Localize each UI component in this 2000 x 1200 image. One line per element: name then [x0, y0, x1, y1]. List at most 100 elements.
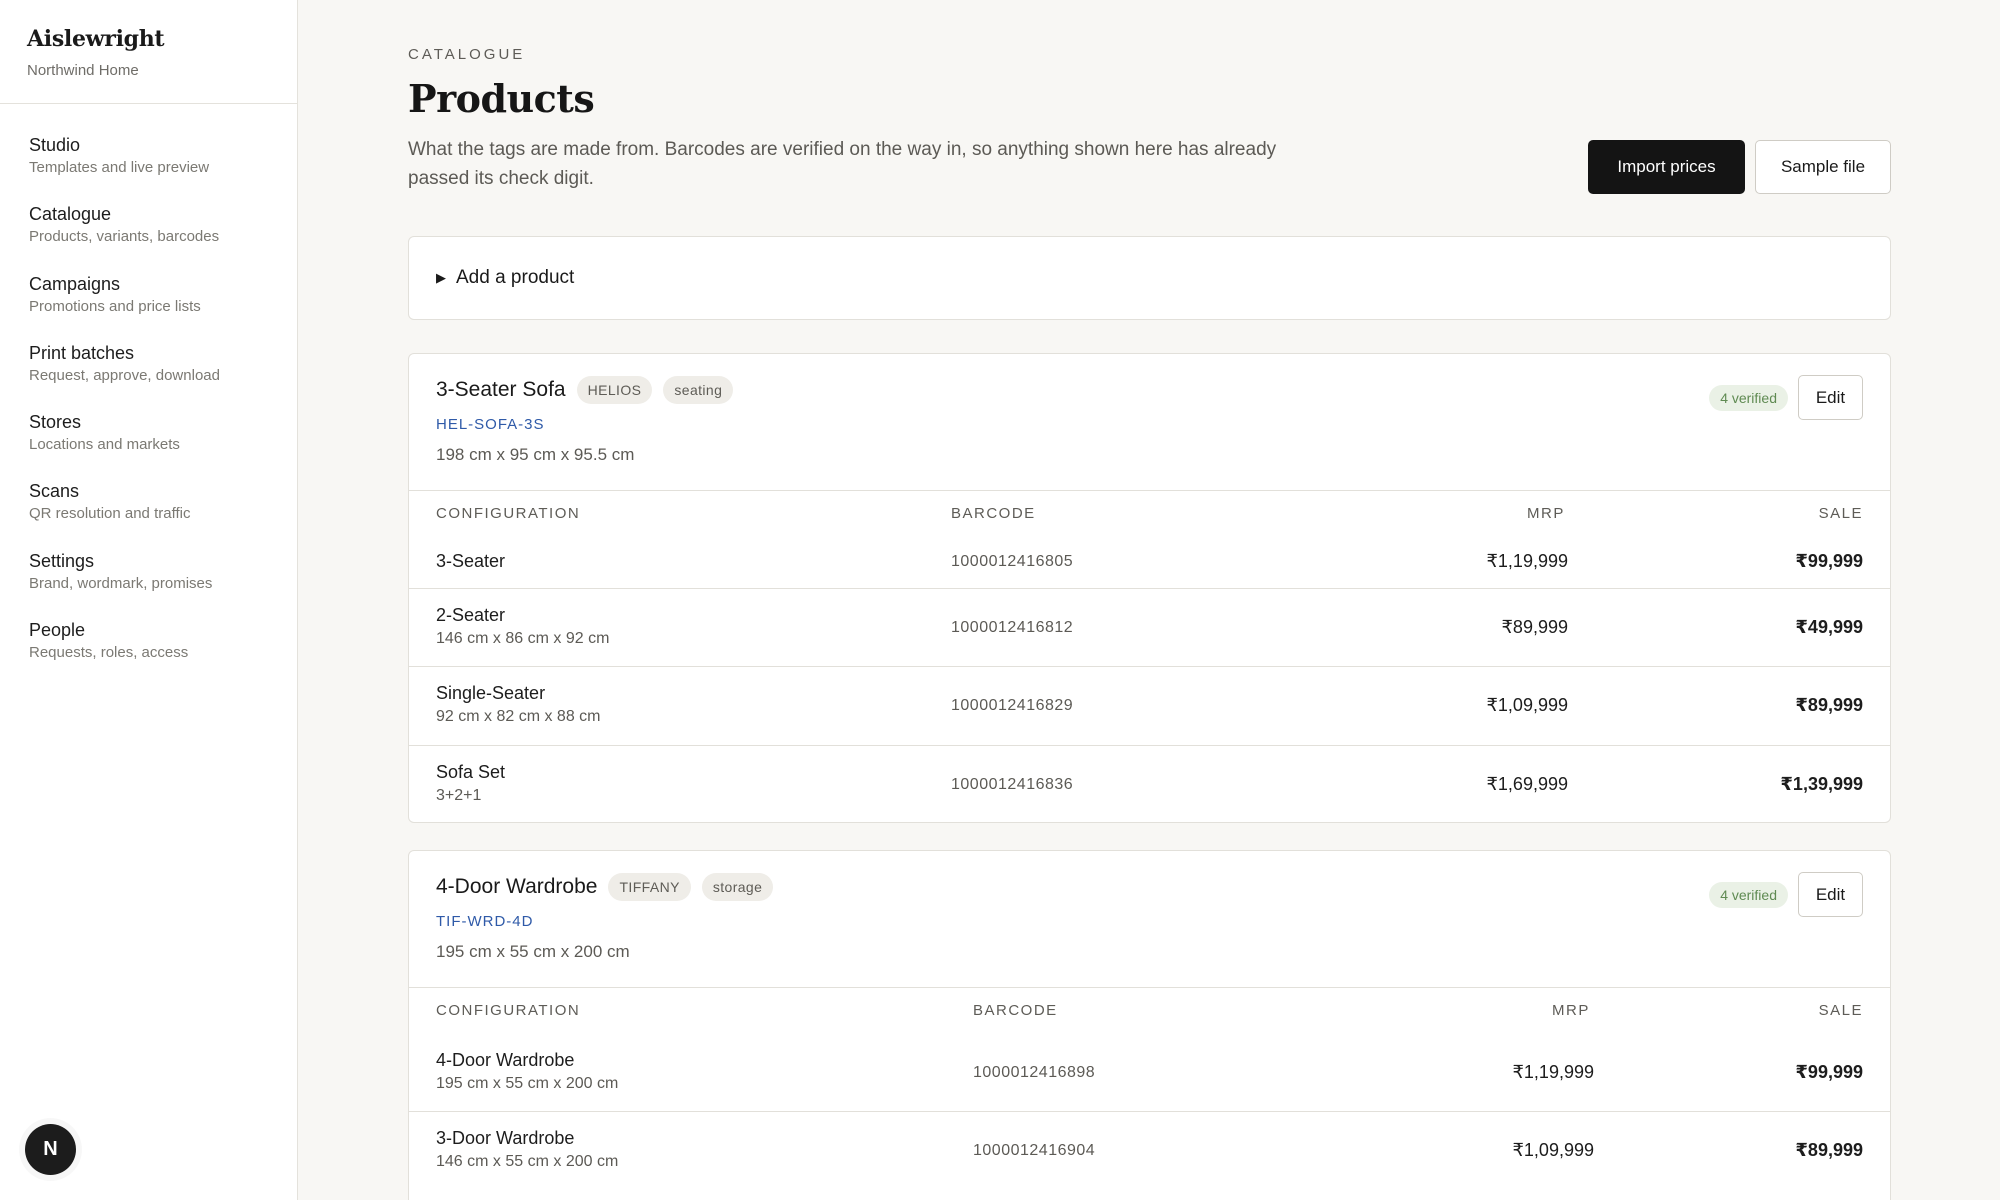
brand-block: Aislewright Northwind Home	[0, 0, 297, 104]
edit-product-button[interactable]: Edit	[1798, 872, 1863, 917]
product-dimensions: 195 cm x 55 cm x 200 cm	[436, 942, 630, 961]
sale-cell: ₹49,999	[1795, 617, 1863, 637]
product-sku: HEL-SOFA-3S	[436, 416, 545, 433]
configuration-cell: 3-Seater	[436, 550, 505, 572]
mrp-cell: ₹1,19,999	[1486, 551, 1568, 571]
sale-cell: ₹99,999	[1795, 551, 1863, 571]
column-header-configuration: CONFIGURATION	[436, 505, 581, 522]
add-product-disclosure[interactable]: ▶ Add a product	[408, 236, 1891, 320]
sidebar-item-label: Stores	[29, 412, 82, 433]
sidebar-item-subtitle: Request, approve, download	[29, 366, 220, 384]
configuration-name: Single-Seater	[436, 683, 546, 703]
app-root: Aislewright Northwind Home Studio Templa…	[0, 0, 2000, 1200]
sidebar-item-subtitle: Requests, roles, access	[29, 644, 189, 662]
sidebar-item-print-batches[interactable]: Print batches Request, approve, download	[0, 342, 297, 411]
import-prices-button[interactable]: Import prices	[1588, 140, 1745, 194]
configuration-detail: 92 cm x 82 cm x 88 cm	[436, 708, 601, 725]
sale-cell: ₹99,999	[1795, 1062, 1863, 1082]
sidebar-item-subtitle: Brand, wordmark, promises	[29, 574, 213, 592]
product-card: 3-Seater Sofa HELIOS seating HEL-SOFA-3S…	[408, 353, 1891, 823]
mrp-cell: ₹1,19,999	[1512, 1062, 1594, 1082]
column-header-mrp: MRP	[1552, 1002, 1590, 1019]
mrp-cell: ₹1,09,999	[1512, 1140, 1594, 1160]
product-title-row: 4-Door Wardrobe TIFFANY storage	[436, 873, 774, 901]
configuration-name: Sofa Set	[436, 762, 506, 782]
configuration-name: 2-Seater	[436, 605, 506, 625]
sidebar-item-subtitle: QR resolution and traffic	[29, 505, 191, 523]
sidebar-item-scans[interactable]: Scans QR resolution and traffic	[0, 480, 297, 549]
edit-product-button[interactable]: Edit	[1798, 375, 1863, 420]
product-header: 3-Seater Sofa HELIOS seating HEL-SOFA-3S…	[409, 354, 1890, 491]
sidebar-item-label: Catalogue	[29, 204, 112, 225]
column-header-sale: SALE	[1818, 505, 1863, 522]
variant-table-header: CONFIGURATION BARCODE MRP SALE	[409, 491, 1890, 537]
configuration-detail: 3+2+1	[436, 787, 482, 804]
configuration-detail: 195 cm x 55 cm x 200 cm	[436, 1075, 619, 1092]
table-row: 3-Seater 1000012416805 ₹1,19,999 ₹99,999	[409, 537, 1890, 589]
sidebar-item-stores[interactable]: Stores Locations and markets	[0, 411, 297, 480]
add-product-label: Add a product	[456, 267, 575, 288]
barcode-cell: 1000012416836	[951, 776, 1074, 793]
sale-cell: ₹1,39,999	[1780, 774, 1863, 794]
table-row: 3-Door Wardrobe 146 cm x 55 cm x 200 cm …	[409, 1112, 1890, 1191]
sidebar-item-label: Print batches	[29, 342, 135, 363]
sample-file-button[interactable]: Sample file	[1755, 140, 1891, 194]
sidebar: Aislewright Northwind Home Studio Templa…	[0, 0, 298, 1200]
configuration-cell: Sofa Set 3+2+1	[436, 761, 505, 806]
mrp-cell: ₹1,09,999	[1486, 695, 1568, 715]
product-dimensions: 198 cm x 95 cm x 95.5 cm	[436, 445, 635, 464]
configuration-cell: 2-Seater 146 cm x 86 cm x 92 cm	[436, 604, 609, 649]
configuration-cell: 4-Door Wardrobe 195 cm x 55 cm x 200 cm	[436, 1049, 618, 1094]
sale-cell: ₹89,999	[1795, 1140, 1863, 1160]
verified-badge: 4 verified	[1709, 882, 1788, 908]
product-name: 4-Door Wardrobe	[436, 875, 598, 898]
column-header-mrp: MRP	[1527, 505, 1565, 522]
barcode-cell: 1000012416898	[973, 1064, 1096, 1081]
table-row: Single-Seater 92 cm x 82 cm x 88 cm 1000…	[409, 667, 1890, 746]
sidebar-item-subtitle: Promotions and price lists	[29, 297, 201, 315]
sidebar-item-catalogue[interactable]: Catalogue Products, variants, barcodes	[0, 203, 297, 272]
disclosure-triangle-icon: ▶	[436, 270, 446, 285]
configuration-name: 3-Seater	[436, 551, 506, 571]
page-description: What the tags are made from. Barcodes ar…	[408, 139, 1277, 189]
category-tag: storage	[701, 873, 774, 901]
column-header-sale: SALE	[1818, 1002, 1863, 1019]
avatar[interactable]: N	[25, 1124, 76, 1175]
variant-table-header: CONFIGURATION BARCODE MRP SALE	[409, 988, 1890, 1034]
org-name: Northwind Home	[27, 62, 139, 79]
configuration-detail: 146 cm x 86 cm x 92 cm	[436, 630, 610, 647]
sidebar-item-campaigns[interactable]: Campaigns Promotions and price lists	[0, 273, 297, 342]
column-header-configuration: CONFIGURATION	[436, 1002, 581, 1019]
configuration-name: 3-Door Wardrobe	[436, 1128, 575, 1148]
sidebar-item-people[interactable]: People Requests, roles, access	[0, 619, 297, 688]
product-header: 4-Door Wardrobe TIFFANY storage TIF-WRD-…	[409, 851, 1890, 988]
barcode-cell: 1000012416829	[951, 697, 1074, 714]
configuration-cell: 3-Door Wardrobe 146 cm x 55 cm x 200 cm	[436, 1127, 618, 1172]
sidebar-item-subtitle: Products, variants, barcodes	[29, 228, 220, 246]
sidebar-item-studio[interactable]: Studio Templates and live preview	[0, 134, 297, 203]
sidebar-item-subtitle: Locations and markets	[29, 436, 180, 454]
table-row: 2-Seater 146 cm x 86 cm x 92 cm 10000124…	[409, 589, 1890, 667]
barcode-cell: 1000012416812	[951, 619, 1074, 636]
sidebar-item-label: Settings	[29, 550, 95, 571]
sidebar-item-label: Studio	[29, 135, 81, 155]
brand-tag: HELIOS	[576, 376, 653, 404]
brand-tag: TIFFANY	[608, 873, 691, 901]
column-header-barcode: BARCODE	[973, 1002, 1058, 1019]
product-sku: TIF-WRD-4D	[436, 913, 534, 930]
sale-cell: ₹89,999	[1795, 695, 1863, 715]
sidebar-item-settings[interactable]: Settings Brand, wordmark, promises	[0, 550, 297, 619]
verified-badge: 4 verified	[1709, 385, 1788, 411]
mrp-cell: ₹1,69,999	[1486, 774, 1568, 794]
category-tag: seating	[663, 376, 734, 404]
product-title-row: 3-Seater Sofa HELIOS seating	[436, 376, 734, 404]
configuration-detail: 146 cm x 55 cm x 200 cm	[436, 1153, 619, 1170]
page-title: Products	[408, 76, 595, 121]
sidebar-nav: Studio Templates and live preview Catalo…	[0, 104, 297, 688]
sidebar-item-label: Campaigns	[29, 273, 121, 294]
configuration-name: 4-Door Wardrobe	[436, 1050, 575, 1070]
brand-name[interactable]: Aislewright	[27, 26, 270, 52]
table-row: 4-Door Wardrobe 195 cm x 55 cm x 200 cm …	[409, 1034, 1890, 1112]
column-header-barcode: BARCODE	[951, 505, 1036, 522]
product-card: 4-Door Wardrobe TIFFANY storage TIF-WRD-…	[408, 850, 1891, 1200]
